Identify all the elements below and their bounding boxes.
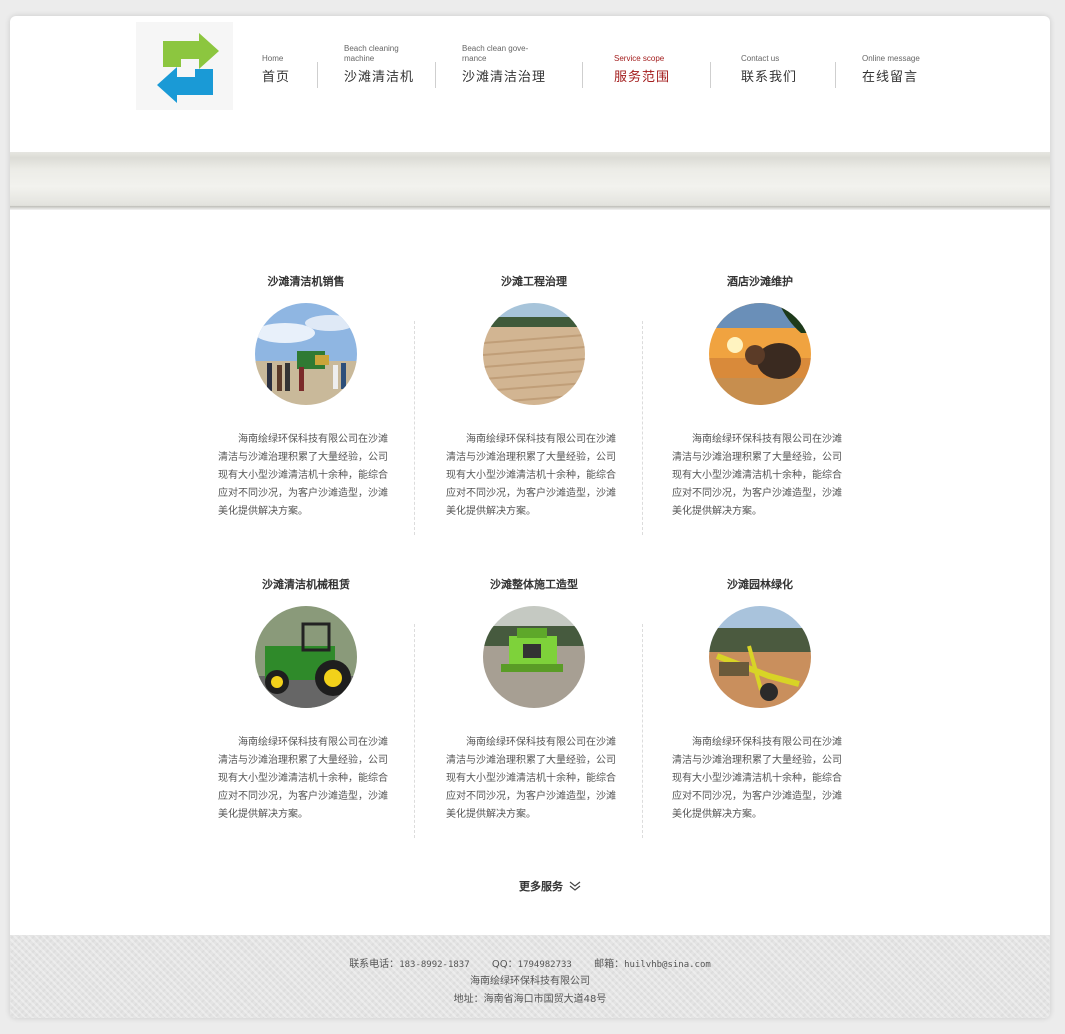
service-title[interactable]: 沙滩清洁机械租赁	[218, 576, 394, 591]
phone-label: 联系电话：	[349, 959, 400, 970]
nav-governance-en: Beach clean gove- rnance	[462, 44, 529, 63]
footer-contact-line: 联系电话：183-8992-1837 QQ：1794982733 邮箱：huil…	[10, 955, 1050, 970]
more-services-label: 更多服务	[519, 880, 563, 893]
service-card: 酒店沙滩维护 海南绘绿环保科技有限公司在沙滩清洁与沙滩治理积累了大量经验，公司现…	[672, 273, 848, 521]
nav-divider	[835, 62, 836, 88]
column-divider	[642, 624, 643, 838]
service-title[interactable]: 酒店沙滩维护	[672, 273, 848, 288]
service-description: 海南绘绿环保科技有限公司在沙滩清洁与沙滩治理积累了大量经验，公司现有大小型沙滩清…	[446, 434, 616, 517]
column-divider	[414, 321, 415, 535]
yellow-rake-photo[interactable]	[709, 606, 811, 708]
service-description: 海南绘绿环保科技有限公司在沙滩清洁与沙滩治理积累了大量经验，公司现有大小型沙滩清…	[672, 737, 842, 820]
page-frame: Home 首页 Beach cleaning machine 沙滩清洁机 Bea…	[10, 16, 1050, 1018]
more-services-link[interactable]: 更多服务	[519, 878, 581, 894]
double-chevron-down-icon	[569, 881, 581, 891]
nav-message-cn: 在线留言	[862, 70, 919, 85]
service-title[interactable]: 沙滩整体施工造型	[446, 576, 622, 591]
service-description: 海南绘绿环保科技有限公司在沙滩清洁与沙滩治理积累了大量经验，公司现有大小型沙滩清…	[218, 434, 388, 517]
recycle-arrows-icon	[157, 33, 219, 103]
service-card: 沙滩园林绿化 海南绘绿环保科技有限公司在沙滩清洁与沙滩治理积累了大量经验，公司现…	[672, 576, 848, 824]
service-card: 沙滩清洁机械租赁 海南绘绿环保科技有限公司在沙滩清洁与沙滩治理积累了大量经验，公…	[218, 576, 394, 824]
company-logo[interactable]	[136, 22, 233, 110]
email-address[interactable]: huilvhb@sina.com	[624, 960, 711, 970]
page-footer: 联系电话：183-8992-1837 QQ：1794982733 邮箱：huil…	[10, 935, 1050, 1018]
nav-divider	[317, 62, 318, 88]
nav-contact-us[interactable]: Contact us 联系我们	[741, 42, 797, 85]
footer-company-name: 海南绘绿环保科技有限公司	[470, 976, 590, 987]
nav-machine-cn: 沙滩清洁机	[344, 70, 415, 85]
nav-service-scope[interactable]: Service scope 服务范围	[614, 42, 670, 85]
nav-beach-cleaning-machine[interactable]: Beach cleaning machine 沙滩清洁机	[344, 42, 414, 85]
nav-contact-en: Contact us	[741, 54, 780, 63]
column-divider	[414, 624, 415, 838]
nav-beach-governance[interactable]: Beach clean gove- rnance 沙滩清洁治理	[462, 42, 546, 85]
service-description: 海南绘绿环保科技有限公司在沙滩清洁与沙滩治理积累了大量经验，公司现有大小型沙滩清…	[218, 737, 388, 820]
nav-contact-cn: 联系我们	[741, 70, 798, 85]
page-banner	[10, 152, 1050, 210]
service-title[interactable]: 沙滩工程治理	[446, 273, 622, 288]
service-card: 沙滩工程治理 海南绘绿环保科技有限公司在沙滩清洁与沙滩治理积累了大量经验，公司现…	[446, 273, 622, 521]
service-description: 海南绘绿环保科技有限公司在沙滩清洁与沙滩治理积累了大量经验，公司现有大小型沙滩清…	[672, 434, 842, 517]
nav-service-cn: 服务范围	[614, 70, 671, 85]
nav-message-en: Online message	[862, 54, 920, 63]
service-card: 沙滩整体施工造型 海南绘绿环保科技有限公司在沙滩清洁与沙滩治理积累了大量经验，公…	[446, 576, 622, 824]
qq-number: 1794982733	[517, 960, 572, 970]
groomed-sand-photo[interactable]	[483, 303, 585, 405]
service-description: 海南绘绿环保科技有限公司在沙滩清洁与沙滩治理积累了大量经验，公司现有大小型沙滩清…	[446, 737, 616, 820]
nav-home[interactable]: Home 首页	[262, 42, 290, 85]
footer-address: 地址：海南省海口市国贸大道48号	[453, 994, 607, 1005]
nav-divider	[435, 62, 436, 88]
service-title[interactable]: 沙滩园林绿化	[672, 576, 848, 591]
nav-governance-cn: 沙滩清洁治理	[462, 70, 547, 85]
nav-divider	[710, 62, 711, 88]
qq-label: QQ：	[491, 959, 518, 970]
nav-divider	[582, 62, 583, 88]
nav-service-en: Service scope	[614, 54, 665, 63]
green-tractor-photo[interactable]	[255, 606, 357, 708]
nav-machine-en: Beach cleaning machine	[344, 44, 399, 63]
beach-crowd-photo[interactable]	[255, 303, 357, 405]
nav-online-message[interactable]: Online message 在线留言	[862, 42, 920, 85]
banner-shadow	[10, 206, 1050, 210]
beach-cleaner-machine-photo[interactable]	[483, 606, 585, 708]
service-title[interactable]: 沙滩清洁机销售	[218, 273, 394, 288]
sunset-beach-photo[interactable]	[709, 303, 811, 405]
email-label: 邮箱：	[594, 959, 625, 970]
phone-number: 183-8992-1837	[399, 960, 470, 970]
nav-home-cn: 首页	[262, 70, 291, 85]
column-divider	[642, 321, 643, 535]
nav-home-en: Home	[262, 54, 284, 63]
service-card: 沙滩清洁机销售 海南绘绿环保科技有限公司在沙滩清洁与沙滩治理积累了大量经验，公司…	[218, 273, 394, 521]
